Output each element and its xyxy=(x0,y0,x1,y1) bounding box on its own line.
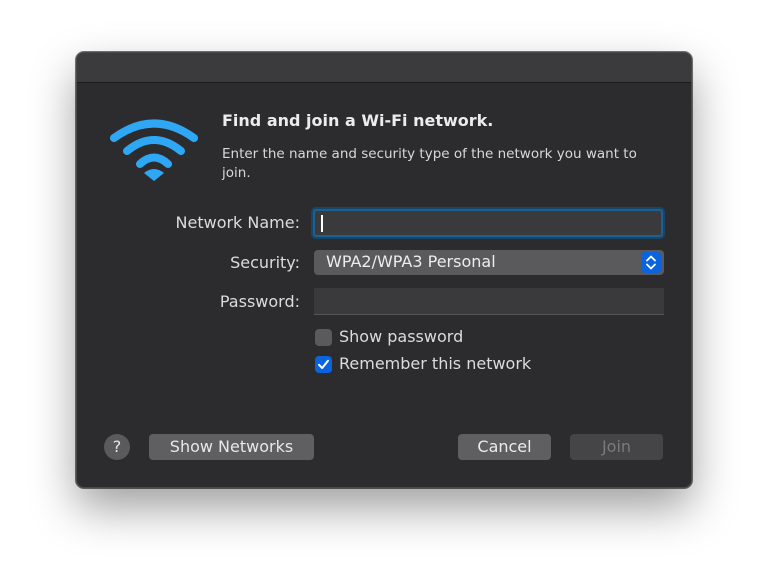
security-select[interactable]: WPA2/WPA3 Personal xyxy=(314,250,664,275)
wifi-icon xyxy=(110,119,198,181)
remember-network-label[interactable]: Remember this network xyxy=(339,354,531,373)
help-button[interactable]: ? xyxy=(104,434,130,460)
join-button[interactable]: Join xyxy=(570,434,663,460)
password-label: Password: xyxy=(219,292,300,311)
checkmark-icon xyxy=(318,359,329,369)
network-name-label: Network Name: xyxy=(175,213,300,232)
show-networks-button[interactable]: Show Networks xyxy=(149,434,314,460)
dialog-heading: Find and join a Wi-Fi network. xyxy=(222,111,494,130)
dialog-titlebar[interactable] xyxy=(77,53,691,83)
network-name-input[interactable] xyxy=(313,209,663,237)
up-down-chevron-icon xyxy=(641,252,661,273)
security-selected-value: WPA2/WPA3 Personal xyxy=(326,252,496,271)
dialog-description: Enter the name and security type of the … xyxy=(222,146,637,181)
remember-network-checkbox[interactable] xyxy=(315,356,332,373)
join-wifi-dialog: Find and join a Wi-Fi network. Enter the… xyxy=(76,52,692,488)
cancel-button[interactable]: Cancel xyxy=(458,434,551,460)
security-label: Security: xyxy=(230,253,300,272)
password-input[interactable] xyxy=(314,288,664,315)
show-password-checkbox[interactable] xyxy=(315,329,332,346)
show-password-label[interactable]: Show password xyxy=(339,327,463,346)
text-caret xyxy=(321,215,323,232)
